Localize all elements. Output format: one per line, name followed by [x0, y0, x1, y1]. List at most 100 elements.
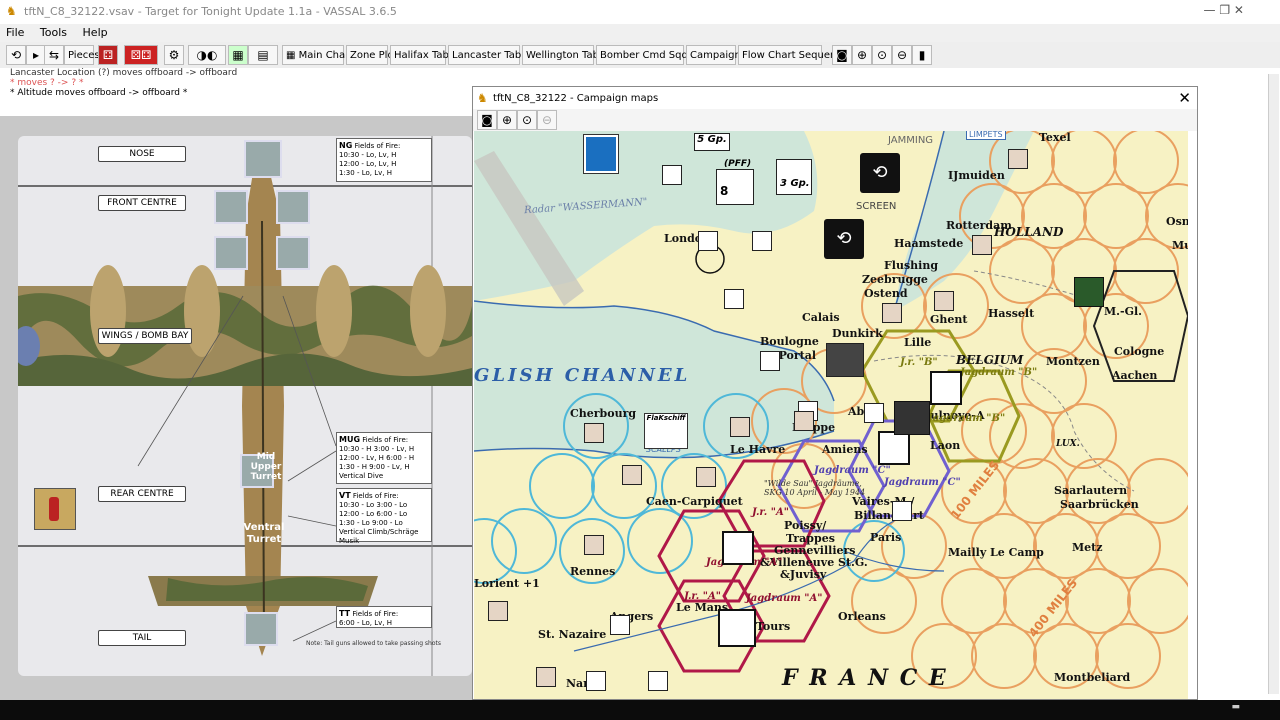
mug-sub: Fields of Fire: — [362, 436, 409, 444]
map-zoom-out-icon[interactable]: ⊖ — [537, 110, 557, 130]
mug-fields-of-fire: MUG Fields of Fire: 10:30 - H 3:00 - Lv,… — [336, 432, 432, 484]
main-charts-button[interactable]: ▦ Main Charts — [282, 45, 358, 65]
jamming-counter[interactable]: ⟲ — [824, 219, 864, 259]
pieces-button[interactable]: Pieces — [64, 45, 100, 65]
kurfurst-counter[interactable] — [1074, 277, 1104, 307]
bomber-board-window: NOSE FRONT CENTRE WINGS / BOMB BAY REAR … — [0, 116, 472, 706]
fighter-counter[interactable] — [722, 531, 754, 565]
wilde-sau-note: "Wilde Sau" Jagdräume, SKG 10 April - Ma… — [764, 479, 866, 497]
crew-flight-engineer[interactable] — [276, 190, 310, 224]
place-lorient: Lorient +1 — [474, 577, 540, 590]
map-close-button[interactable]: ✕ — [1178, 89, 1191, 107]
place-cologne: Cologne — [1114, 345, 1165, 358]
aircraft-counter[interactable] — [586, 671, 606, 691]
fighter-counter[interactable] — [930, 371, 962, 405]
window-titlebar: ♞ tftN_C8_32122.vsav - Target for Tonigh… — [0, 0, 1280, 25]
flak-counter[interactable] — [882, 303, 902, 323]
zone-jagdraum-b-2: Jagdraum "B" — [928, 413, 1006, 424]
aircraft-counter[interactable] — [724, 289, 744, 309]
window-controls[interactable]: — ❐ ✕ — [1204, 3, 1244, 17]
aircraft-counter[interactable] — [760, 351, 780, 371]
flak-counter[interactable] — [972, 235, 992, 255]
fighter-group-counter[interactable] — [718, 609, 756, 647]
group-3-counter[interactable]: 3 Gp. — [776, 159, 812, 195]
wellington-tables-button[interactable]: Wellington Tables — [522, 45, 613, 65]
aircraft-counter[interactable] — [662, 165, 682, 185]
position-rear-centre-label: REAR CENTRE — [98, 486, 186, 502]
crew-icon[interactable]: ◑◐ — [188, 45, 226, 65]
counter-icon[interactable]: ▮ — [912, 45, 932, 65]
aircraft-counter[interactable] — [752, 231, 772, 251]
place-mgl: M.-Gl. — [1104, 305, 1142, 318]
lancaster-tables-button[interactable]: Lancaster Tables — [448, 45, 535, 65]
camera-icon[interactable]: ◙ — [832, 45, 852, 65]
menu-file[interactable]: File — [0, 24, 30, 41]
gear-icon[interactable]: ⚙ — [164, 45, 184, 65]
aircraft-counter[interactable] — [610, 615, 630, 635]
mid-upper-turret-label: Mid Upper Turret — [250, 452, 282, 482]
ventral-turret-label: Ventral Turret — [243, 522, 285, 545]
crew-pilot[interactable] — [214, 190, 248, 224]
campaign-map[interactable]: Texel IJmuiden Rotterdam Haamstede Londo… — [474, 131, 1188, 699]
luftwaffe-badge-counter[interactable] — [584, 135, 618, 173]
halifax-tables-button[interactable]: Halifax Tables — [390, 45, 463, 65]
zoom-out-icon[interactable]: ⊖ — [892, 45, 912, 65]
crew-nose-gunner[interactable] — [244, 140, 282, 178]
menu-help[interactable]: Help — [77, 24, 114, 41]
campaigns-button[interactable]: Campaigns — [686, 45, 746, 65]
bomber-cmd-button[interactable]: Bomber Cmd Sqdrons — [596, 45, 709, 65]
flak-counter[interactable] — [584, 535, 604, 555]
flak-counter[interactable] — [536, 667, 556, 687]
aircraft-counter[interactable] — [648, 671, 668, 691]
holland-label: HOLLAND — [994, 225, 1064, 239]
flak-counter[interactable] — [584, 423, 604, 443]
flakschiff-counter[interactable]: FlaKschiff — [644, 413, 688, 449]
mug-line: 12:00 - Lv, H 6:00 - H — [339, 454, 415, 462]
target-marker-counter[interactable] — [894, 401, 930, 435]
crew-tail-gunner[interactable] — [244, 612, 278, 646]
place-lux: LUX. — [1056, 439, 1080, 449]
grid-icon[interactable]: ▦ — [228, 45, 248, 65]
place-caen: Caen-Carpiquet — [646, 495, 743, 508]
zoom-in-icon[interactable]: ⊕ — [852, 45, 872, 65]
zone-plot-button[interactable]: Zone Plot — [346, 45, 398, 65]
zone-jagdraum-c-1: Jagdraum "C" — [814, 465, 891, 476]
flak-counter[interactable] — [622, 465, 642, 485]
flak-counter[interactable] — [1008, 149, 1028, 169]
flak-counter[interactable] — [934, 291, 954, 311]
crew-wireless-op[interactable] — [276, 236, 310, 270]
flak-counter[interactable] — [794, 411, 814, 431]
fighter-counter[interactable] — [878, 431, 910, 465]
server-icon[interactable]: ⟲ — [6, 45, 26, 65]
menu-tools[interactable]: Tools — [34, 24, 73, 41]
flow-chart-button[interactable]: Flow Chart Sequence — [738, 45, 848, 65]
background-scrollbar[interactable] — [1268, 74, 1279, 694]
high-altitude-counter[interactable] — [826, 343, 864, 377]
flak-counter[interactable] — [488, 601, 508, 621]
group-5-counter[interactable]: 5 Gp. — [694, 133, 730, 151]
zoom-select-icon[interactable]: ⊙ — [872, 45, 892, 65]
screen-counter[interactable]: ⟲ — [860, 153, 900, 193]
map-zoom-in-icon[interactable]: ⊕ — [497, 110, 517, 130]
aircraft-counter[interactable] — [892, 501, 912, 521]
flak-counter[interactable] — [730, 417, 750, 437]
map-camera-icon[interactable]: ◙ — [477, 110, 497, 130]
ng-line: 1:30 - Lo, Lv, H — [339, 169, 392, 177]
red-die-icon[interactable]: ⚃ — [98, 45, 118, 65]
extinguisher-counter[interactable] — [34, 488, 76, 530]
crew-navigator[interactable] — [214, 236, 248, 270]
dice-pair-icon[interactable]: ⚄⚃ — [124, 45, 158, 65]
step-icon[interactable]: ▸ — [26, 45, 46, 65]
sheet-icon[interactable]: ▤ — [248, 45, 278, 65]
vt-fields-of-fire: VT Fields of Fire: 10:30 - Lo 3:00 - Lo … — [336, 488, 432, 545]
group-8-counter[interactable]: 8 — [716, 169, 754, 205]
map-zoom-select-icon[interactable]: ⊙ — [517, 110, 537, 130]
flak-counter[interactable] — [696, 467, 716, 487]
aircraft-counter[interactable] — [864, 403, 884, 423]
map-toolbar: ◙ ⊕ ⊙ ⊖ — [473, 109, 1197, 131]
place-stnazaire: St. Nazaire — [538, 628, 607, 641]
aircraft-counter[interactable] — [698, 231, 718, 251]
sync-icon[interactable]: ⇆ — [44, 45, 64, 65]
place-metz: Metz — [1072, 541, 1103, 554]
position-wings-label: WINGS / BOMB BAY — [98, 328, 192, 344]
